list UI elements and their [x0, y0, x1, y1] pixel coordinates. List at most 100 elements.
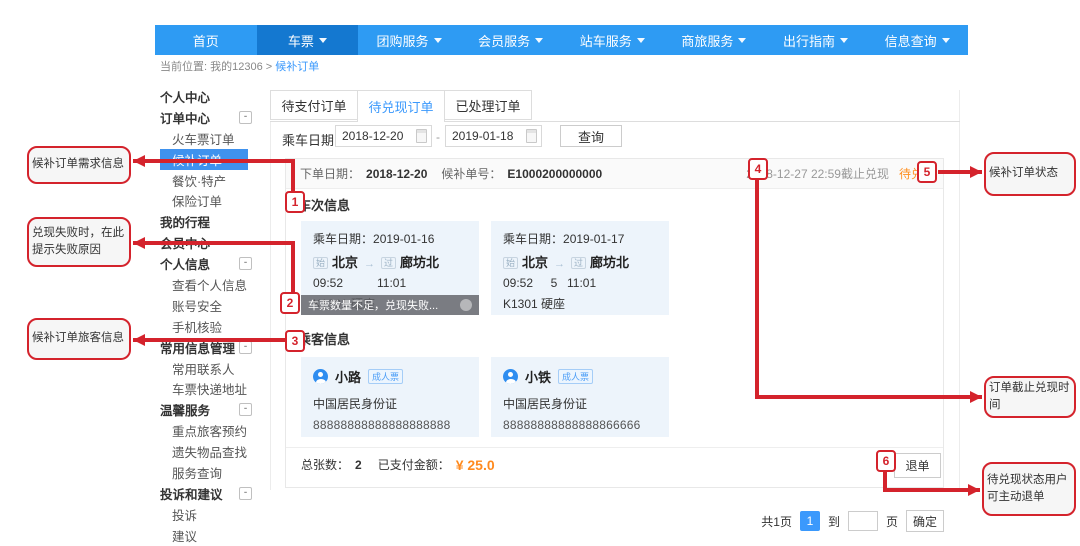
nav-member[interactable]: 会员服务: [460, 25, 562, 55]
sidebar-item-lost-found[interactable]: 遗失物品查找: [160, 441, 248, 462]
sidebar-item-suggestion[interactable]: 建议: [160, 525, 248, 546]
goto-label: 到: [828, 513, 840, 530]
sidebar-item-waitlist-orders[interactable]: 候补订单: [160, 149, 248, 170]
chevron-down-icon: [942, 38, 950, 43]
nav-guide[interactable]: 出行指南: [765, 25, 867, 55]
arrival-time: 11:01: [567, 276, 596, 290]
date-from-field[interactable]: [335, 125, 432, 147]
sidebar-item-contacts[interactable]: 常用联系人: [160, 358, 248, 379]
nav-info-query[interactable]: 信息查询: [866, 25, 968, 55]
sidebar-header-personal-center[interactable]: 个人中心: [160, 86, 248, 107]
paid-amount-value: ¥ 25.0: [456, 457, 495, 473]
callout-deadline-time: 订单截止兑现时间: [984, 376, 1076, 418]
sidebar-item-train-orders[interactable]: 火车票订单: [160, 128, 248, 149]
sidebar-label: 重点旅客预约: [172, 421, 247, 440]
chevron-down-icon: [840, 38, 848, 43]
sidebar-item-service-query[interactable]: 服务查询: [160, 462, 248, 483]
nav-home[interactable]: 首页: [155, 25, 257, 55]
collapse-icon[interactable]: -: [239, 257, 252, 270]
annotation-marker-6: 6: [876, 450, 896, 472]
content-frame-left-border: [270, 122, 271, 490]
sidebar-header-order-center[interactable]: 订单中心-: [160, 107, 248, 128]
callout-order-status: 候补订单状态: [984, 152, 1076, 196]
sidebar-label: 个人信息: [160, 254, 210, 273]
chevron-down-icon: [738, 38, 746, 43]
order-footer-divider: [286, 447, 943, 448]
sidebar-label: 火车票订单: [172, 129, 235, 148]
sidebar-item-complaint[interactable]: 投诉: [160, 504, 248, 525]
annotation-marker-5: 5: [917, 161, 937, 183]
sidebar-header-my-trips[interactable]: 我的行程: [160, 211, 248, 232]
date-to-field[interactable]: [445, 125, 542, 147]
mid-mark: 5: [547, 276, 561, 290]
calendar-icon[interactable]: [526, 129, 537, 143]
id-type: 中国居民身份证: [313, 395, 467, 412]
nav-label: 团购服务: [377, 31, 429, 50]
sidebar-header-member-center[interactable]: 会员中心: [160, 232, 248, 253]
callout-passenger-info: 候补订单旅客信息: [27, 318, 131, 360]
sidebar-label: 手机核验: [172, 317, 222, 336]
total-count-value: 2: [355, 458, 362, 472]
sidebar-label: 常用信息管理: [160, 338, 235, 357]
sidebar-label: 保险订单: [172, 191, 222, 210]
id-number: 88888888888888866666: [503, 418, 657, 432]
total-count-label: 总张数：: [301, 456, 349, 473]
refund-button[interactable]: 退单: [894, 453, 941, 478]
waitlist-order-card: 下单日期： 2018-12-20 候补单号： E1000200000000 20…: [285, 158, 944, 488]
sidebar-header-complaints[interactable]: 投诉和建议-: [160, 483, 248, 504]
nav-group-buy[interactable]: 团购服务: [358, 25, 460, 55]
order-header: 下单日期： 2018-12-20 候补单号： E1000200000000 20…: [286, 159, 943, 189]
sidebar-label: 遗失物品查找: [172, 442, 247, 461]
collapse-icon[interactable]: -: [239, 487, 252, 500]
breadcrumb-prefix: 当前位置: 我的12306 >: [160, 61, 272, 73]
nav-tickets[interactable]: 车票: [257, 25, 359, 55]
sidebar-label: 会员中心: [160, 233, 210, 252]
sidebar-item-key-passenger[interactable]: 重点旅客预约: [160, 420, 248, 441]
sidebar-label: 投诉和建议: [160, 484, 223, 503]
calendar-icon[interactable]: [416, 129, 427, 143]
waitlist-no-label: 候补单号：: [441, 165, 501, 182]
tab-label: 已处理订单: [455, 96, 520, 115]
sidebar-item-view-personal-info[interactable]: 查看个人信息: [160, 274, 248, 295]
confirm-page-button[interactable]: 确定: [906, 510, 944, 532]
sidebar: 个人中心 订单中心- 火车票订单 候补订单 餐饮·特产 保险订单 我的行程 会员…: [160, 86, 248, 546]
date-from-input[interactable]: [340, 128, 416, 144]
nav-label: 站车服务: [580, 31, 632, 50]
sidebar-item-phone-verify[interactable]: 手机核验: [160, 316, 248, 337]
departure-time: 09:52: [503, 276, 547, 290]
sidebar-header-warm-service[interactable]: 温馨服务-: [160, 399, 248, 420]
page-total: 共1页: [761, 513, 792, 530]
sidebar-label: 温馨服务: [160, 400, 210, 419]
page-number-button[interactable]: 1: [800, 511, 820, 531]
train-section-title: 车次信息: [298, 195, 350, 214]
breadcrumb-current-link[interactable]: 候补订单: [275, 61, 319, 73]
sidebar-label: 账号安全: [172, 296, 222, 315]
train-card: 乘车日期：2019-01-17 始北京→过廊坊北 09:52511:01 K13…: [491, 221, 669, 315]
sidebar-item-insurance-orders[interactable]: 保险订单: [160, 190, 248, 211]
sidebar-header-personal-info[interactable]: 个人信息-: [160, 253, 248, 274]
date-to-input[interactable]: [450, 128, 526, 144]
origin-tag: 始: [503, 257, 518, 269]
nav-station[interactable]: 站车服务: [562, 25, 664, 55]
order-date-label: 下单日期：: [300, 165, 360, 182]
nav-business[interactable]: 商旅服务: [663, 25, 765, 55]
collapse-icon[interactable]: -: [239, 403, 252, 416]
ticket-type-badge: 成人票: [558, 369, 593, 384]
collapse-icon[interactable]: -: [239, 341, 252, 354]
sidebar-label: 车票快递地址: [172, 379, 247, 398]
sidebar-label: 个人中心: [160, 87, 210, 106]
collapse-icon[interactable]: -: [239, 111, 252, 124]
sidebar-header-common-info[interactable]: 常用信息管理-: [160, 337, 248, 358]
sidebar-item-dining[interactable]: 餐饮·特产: [160, 170, 248, 191]
tab-processed[interactable]: 已处理订单: [444, 90, 532, 120]
nav-label: 信息查询: [885, 31, 937, 50]
nav-label: 商旅服务: [681, 31, 733, 50]
goto-page-input[interactable]: [848, 511, 878, 531]
tab-pending-fulfillment[interactable]: 待兑现订单: [357, 90, 445, 122]
tooltip-more-icon[interactable]: [460, 299, 472, 311]
search-button[interactable]: 查询: [560, 125, 622, 147]
sidebar-item-account-security[interactable]: 账号安全: [160, 295, 248, 316]
tab-pending-payment[interactable]: 待支付订单: [270, 90, 358, 120]
sidebar-item-delivery-address[interactable]: 车票快递地址: [160, 378, 248, 399]
passenger-name: 小铁: [525, 367, 551, 386]
